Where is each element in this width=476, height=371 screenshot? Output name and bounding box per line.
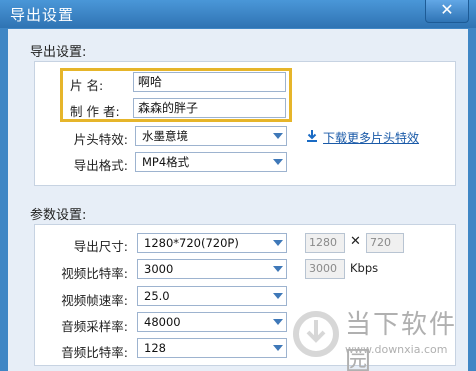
audio-bitrate-value: 128 [144,341,166,355]
sample-rate-label: 音频采样率: [61,319,128,334]
sample-rate-select[interactable]: 48000 [137,312,287,332]
chevron-down-icon [273,159,283,165]
chevron-down-icon [273,133,283,139]
video-bitrate-label: 视频比特率: [61,266,128,281]
close-button[interactable]: ✕ [425,0,469,23]
intro-effect-label: 片头特效: [73,132,128,147]
chevron-down-icon [273,345,283,351]
times-icon: ✕ [350,234,361,249]
format-select[interactable]: MP4格式 [135,152,287,172]
author-input[interactable]: 森森的胖子 [133,98,286,118]
video-bitrate-value: 3000 [144,262,174,276]
chevron-down-icon [273,293,283,299]
intro-effect-select[interactable]: 水墨意境 [135,126,287,146]
format-value: MP4格式 [142,155,190,169]
params-section-title: 参数设置: [30,208,87,223]
audio-bitrate-label: 音频比特率: [61,345,128,360]
kbps-unit: Kbps [350,261,379,275]
window-title: 导出设置 [10,6,75,24]
audio-bitrate-select[interactable]: 128 [137,338,287,358]
close-icon: ✕ [440,0,454,19]
export-settings-window: 导出设置 ✕ 导出设置: 片 名: 啊哈 制 作 者: 森森的胖子 片头特效: … [0,0,476,371]
download-more-effects-link[interactable]: 下载更多片头特效 [323,129,419,146]
width-field[interactable]: 1280 [305,233,345,253]
title-input[interactable]: 啊哈 [133,72,286,92]
frame-rate-select[interactable]: 25.0 [137,286,287,306]
frame-rate-value: 25.0 [144,289,170,303]
video-bitrate-field[interactable]: 3000 [305,259,345,279]
chevron-down-icon [273,240,283,246]
height-field[interactable]: 720 [366,233,404,253]
chevron-down-icon [273,266,283,272]
sample-rate-value: 48000 [144,315,181,329]
author-label: 制 作 者: [70,104,120,119]
format-label: 导出格式: [73,158,128,173]
watermark-url: www.downxia.com [345,343,448,356]
title-bar: 导出设置 ✕ [0,0,476,28]
intro-effect-value: 水墨意境 [142,129,188,143]
export-section-title: 导出设置: [30,45,87,60]
size-value: 1280*720(720P) [144,236,239,250]
video-bitrate-select[interactable]: 3000 [137,259,287,279]
chevron-down-icon [273,319,283,325]
frame-rate-label: 视频帧速率: [61,293,128,308]
download-icon[interactable] [306,129,318,143]
name-label: 片 名: [70,78,104,93]
size-label: 导出尺寸: [73,239,128,254]
size-select[interactable]: 1280*720(720P) [137,233,287,253]
watermark-text: 当下软件园 [345,310,458,371]
